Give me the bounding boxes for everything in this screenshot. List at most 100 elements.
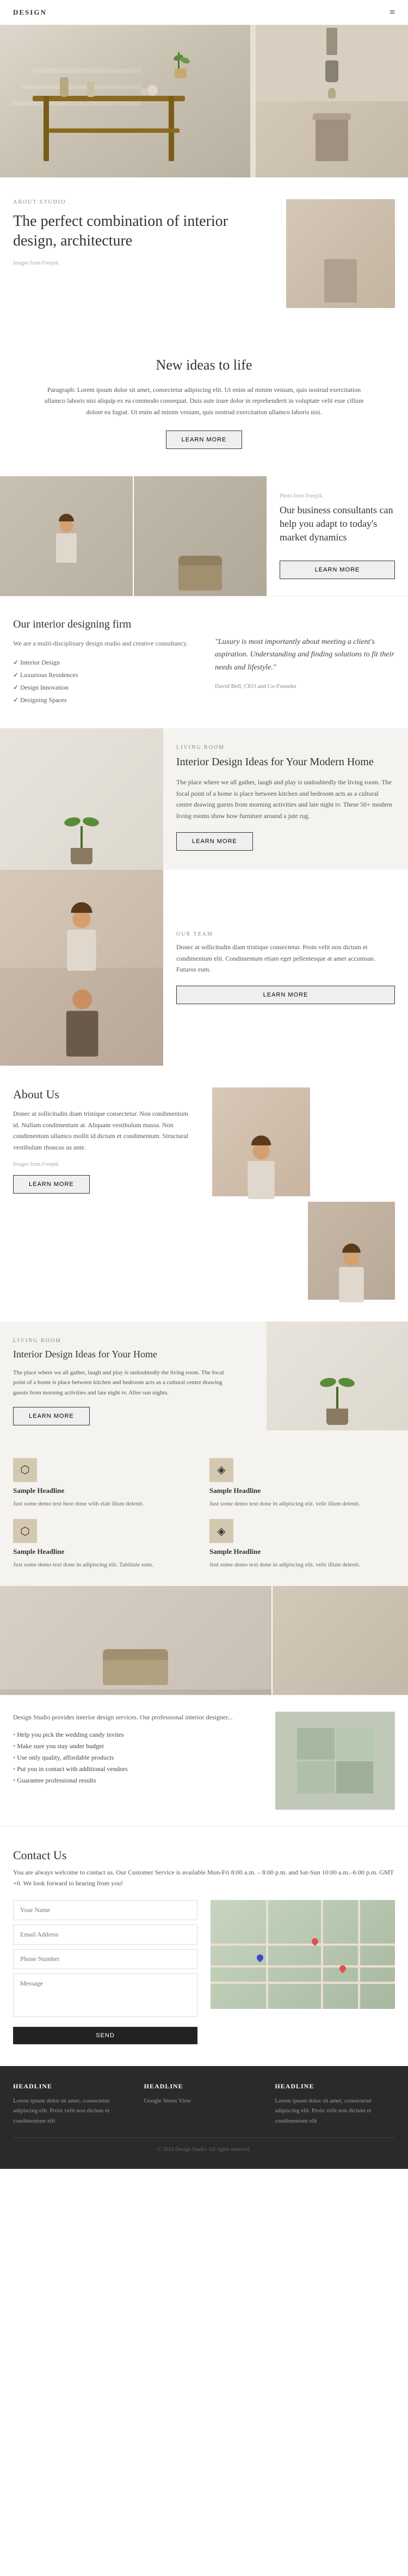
interior-firm-section: Our interior designing firm We are a mul…	[0, 596, 408, 728]
email-field[interactable]	[13, 1925, 197, 1945]
contact-description: You are always welcome to contact us. Ou…	[13, 1867, 395, 1889]
new-ideas-learn-more[interactable]: LEARN MORE	[166, 431, 243, 449]
icon-text-2: Just some demo text done in adipiscing e…	[209, 1499, 395, 1509]
list-item: Design Innovation	[13, 681, 193, 694]
team-text: OUR TEAM Donec at sollicitudin diam tris…	[163, 870, 408, 1066]
living-room-2-learn-more[interactable]: LEARN MORE	[13, 1407, 90, 1425]
feature-item: Make sure you stay under budget	[13, 1741, 259, 1752]
footer-heading-2: Headline	[144, 2082, 264, 2091]
phone-field[interactable]	[13, 1949, 197, 1969]
team-image-woman	[0, 870, 163, 968]
submit-button[interactable]: SEND	[13, 2027, 197, 2044]
footer-text-2: Google Street View	[144, 2096, 264, 2106]
consultant-image-2	[134, 476, 267, 596]
feature-item: Put you in contact with additional vendo…	[13, 1763, 259, 1775]
footer-copyright: © 2024 Design Studio. All rights reserve…	[13, 2137, 395, 2153]
team-paragraph: Donec at sollicitudin diam tristique con…	[176, 942, 395, 975]
about-studio-section: ABOUT STUDIO The perfect combination of …	[0, 177, 408, 330]
firm-quote: "Luxury is most importantly about meetin…	[215, 636, 395, 674]
living-room-2-section: LIVING ROOM Interior Design Ideas for Yo…	[0, 1321, 408, 1585]
list-item: Designing Spaces	[13, 694, 193, 706]
icon-heading-4: Sample Headline	[209, 1547, 395, 1556]
menu-icon[interactable]: ≡	[390, 7, 395, 18]
consultants-heading: Our business consultants can help you ad…	[280, 503, 395, 545]
living-room-section: LIVING ROOM Interior Design Ideas for Yo…	[0, 728, 408, 870]
firm-description: We are a multi-disciplinary design studi…	[13, 638, 193, 649]
footer-text-1: Lorem ipsum dolor sit amet, consectetur …	[13, 2096, 133, 2126]
hero-main-image	[0, 25, 250, 177]
icon-item-1: ⬡ Sample Headline Just some demo text he…	[13, 1458, 199, 1509]
footer-col-3: Headline Lorem ipsum dolor sit amet, con…	[275, 2082, 395, 2126]
footer: Headline Lorem ipsum dolor sit amet, con…	[0, 2066, 408, 2169]
living-room-2-image	[267, 1321, 408, 1430]
portrait-woman-2	[308, 1202, 395, 1300]
icon-item-4: ◈ Sample Headline Just some demo text do…	[209, 1519, 395, 1570]
icon-grid: ⬡ Sample Headline Just some demo text he…	[0, 1442, 408, 1586]
icon-3: ⬡	[13, 1519, 37, 1543]
portrait-woman	[212, 1087, 310, 1196]
about-text: ABOUT STUDIO The perfect combination of …	[13, 199, 264, 308]
icon-heading-1: Sample Headline	[13, 1486, 199, 1495]
new-ideas-paragraph: Paragraph: Lorem ipsum dolor sit amet, c…	[44, 384, 364, 417]
logo[interactable]: DESIGN	[13, 8, 47, 17]
studio-text: Design Studio provides interior design s…	[13, 1712, 259, 1810]
consultants-learn-more[interactable]: LEARN MORE	[280, 561, 395, 579]
living-room-learn-more[interactable]: LEARN MORE	[176, 832, 253, 851]
firm-heading: Our interior designing firm	[13, 618, 193, 631]
about-us-left: About Us Donec at sollicitudin diam tris…	[13, 1087, 196, 1300]
footer-grid: Headline Lorem ipsum dolor sit amet, con…	[13, 2082, 395, 2126]
consultant-image-1	[0, 476, 133, 596]
icon-2: ◈	[209, 1458, 233, 1482]
contact-heading: Contact Us	[13, 1848, 395, 1862]
gallery-row	[0, 1586, 408, 1695]
message-field[interactable]	[13, 1974, 197, 2017]
map-inner	[211, 1900, 395, 2009]
contact-map	[211, 1900, 395, 2009]
team-section: OUR TEAM Donec at sollicitudin diam tris…	[0, 870, 408, 1066]
about-side-image	[286, 199, 395, 308]
list-item: Luxurious Residences	[13, 669, 193, 681]
team-learn-more[interactable]: LEARN MORE	[176, 986, 395, 1004]
studio-image	[275, 1712, 395, 1810]
consultants-source: Photo from Freepik	[280, 493, 395, 499]
living-room-2-paragraph: The place where we all gather, laugh and…	[13, 1368, 237, 1398]
feature-item: Guarantee professional results	[13, 1775, 259, 1786]
icon-text-4: Just some demo text done in adipiscing e…	[209, 1560, 395, 1570]
about-us-image-credit: Images from Freepik	[13, 1161, 196, 1167]
studio-description: Design Studio provides interior design s…	[13, 1712, 259, 1723]
icon-text-3: Just some demo text done in adipiscing e…	[13, 1560, 199, 1570]
living-room-paragraph: The place where we all gather, laugh and…	[176, 777, 395, 821]
feature-item: Use only quality, affordable products	[13, 1752, 259, 1763]
team-label: OUR TEAM	[176, 931, 395, 937]
living-room-heading: Interior Design Ideas for Your Modern Ho…	[176, 755, 395, 769]
hero-right-images	[256, 25, 408, 177]
contact-form: SEND	[13, 1900, 197, 2044]
footer-text-3: Lorem ipsum dolor sit amet, consectetur …	[275, 2096, 395, 2126]
icon-1: ⬡	[13, 1458, 37, 1482]
footer-heading-1: Headline	[13, 2082, 133, 2091]
studio-image-box	[275, 1712, 395, 1810]
living-room-text: LIVING ROOM Interior Design Ideas for Yo…	[163, 728, 408, 870]
living-room-2-text: LIVING ROOM Interior Design Ideas for Yo…	[0, 1321, 250, 1441]
hero-section	[0, 25, 408, 177]
gallery-image-2	[273, 1586, 408, 1695]
site-header: DESIGN ≡	[0, 0, 408, 25]
team-images	[0, 870, 163, 1066]
consultants-images	[0, 476, 267, 596]
name-field[interactable]	[13, 1900, 197, 1920]
list-item: Interior Design	[13, 656, 193, 669]
icon-text-1: Just some demo text here done with elab …	[13, 1499, 199, 1509]
icon-4: ◈	[209, 1519, 233, 1543]
firm-author: David Bell, CEO and Co-Founder	[215, 683, 395, 690]
new-ideas-heading: New ideas to life	[44, 357, 364, 373]
team-image-man	[0, 968, 163, 1066]
footer-col-1: Headline Lorem ipsum dolor sit amet, con…	[13, 2082, 133, 2126]
living-room-label: LIVING ROOM	[176, 745, 395, 751]
icon-heading-3: Sample Headline	[13, 1547, 199, 1556]
about-title: The perfect combination of interior desi…	[13, 212, 264, 251]
icon-item-2: ◈ Sample Headline Just some demo text do…	[209, 1458, 395, 1509]
new-ideas-section: New ideas to life Paragraph: Lorem ipsum…	[0, 330, 408, 476]
firm-list: Interior Design Luxurious Residences Des…	[13, 656, 193, 706]
feature-item: Help you pick the wedding candy invites	[13, 1729, 259, 1741]
about-us-learn-more[interactable]: LEARN MORE	[13, 1175, 90, 1194]
